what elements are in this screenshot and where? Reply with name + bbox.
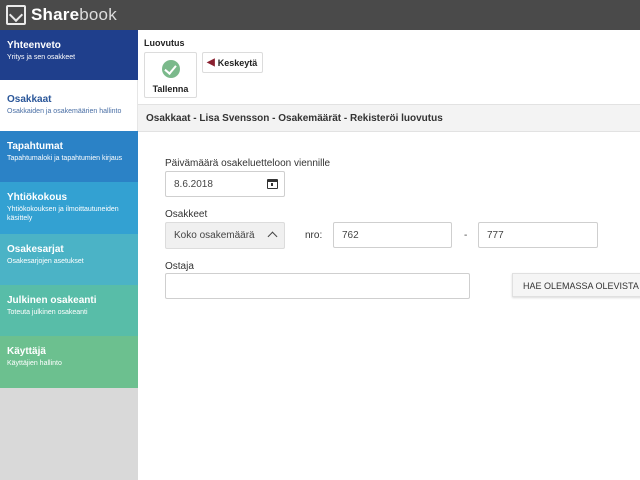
date-label: Päivämäärä osakeluetteloon viennille [165,158,331,169]
top-bar: Sharebook [0,0,640,30]
sidebar-item-subtitle: Tapahtumaloki ja tapahtumien kirjaus [7,155,123,162]
buyer-label: Ostaja [165,261,194,272]
sidebar-item-osakkaat[interactable]: Osakkaat Osakkaiden ja osakemäärien hall… [0,80,138,131]
calendar-icon[interactable] [267,179,278,189]
nro-from-value: 762 [342,230,359,241]
sidebar-item-title: Käyttäjä [7,346,46,357]
section-label: Luovutus [144,38,185,48]
shares-label: Osakkeet [165,209,208,220]
main-content: Luovutus Tallenna ◀ Keskeytä Osakkaat - … [138,30,640,480]
sidebar: Yhteenveto Yritys ja sen osakkeet Osakka… [0,30,138,480]
sidebar-item-title: Yhteenveto [7,40,61,51]
chevron-up-icon [267,231,278,242]
logo-text: Sharebook [31,5,117,24]
nro-to-field[interactable]: 777 [478,222,598,248]
check-circle-icon [162,60,180,78]
nro-label: nro: [305,230,323,241]
sidebar-item-title: Julkinen osakeanti [7,295,97,306]
arrow-left-icon: ◀ [207,57,215,68]
sidebar-item-julkinen-osakeanti[interactable]: Julkinen osakeanti Toteuta julkinen osak… [0,285,138,336]
sidebar-item-osakesarjat[interactable]: Osakesarjat Osakesarjojen asetukset [0,234,138,285]
sidebar-item-title: Osakkaat [7,94,52,105]
sidebar-item-subtitle: Käyttäjien hallinto [7,360,62,367]
sidebar-item-subtitle: Yhtiökokouksen ja ilmoittautuneiden käsi… [7,206,119,222]
sidebar-item-subtitle: Osakesarjojen asetukset [7,258,84,265]
cancel-button[interactable]: ◀ Keskeytä [202,52,263,73]
range-dash: - [464,230,468,241]
sidebar-item-title: Osakesarjat [7,244,64,255]
sidebar-item-kayttaja[interactable]: Käyttäjä Käyttäjien hallinto [0,336,138,388]
sidebar-item-title: Tapahtumat [7,141,63,152]
nro-to-value: 777 [487,230,504,241]
sidebar-item-title: Yhtiökokous [7,192,68,203]
cancel-button-label: Keskeytä [217,57,258,68]
nro-from-field[interactable]: 762 [333,222,452,248]
sidebar-item-tapahtumat[interactable]: Tapahtumat Tapahtumaloki ja tapahtumien … [0,131,138,182]
shares-select-value: Koko osakemäärä [174,230,255,241]
shares-select[interactable]: Koko osakemäärä [165,222,285,249]
breadcrumb: Osakkaat - Lisa Svensson - Osakemäärät -… [138,104,640,132]
save-button[interactable]: Tallenna [144,52,197,98]
sidebar-item-subtitle: Osakkaiden ja osakemäärien hallinto [7,108,122,115]
sharebook-logo[interactable]: Sharebook [6,5,117,25]
sidebar-item-yhteenveto[interactable]: Yhteenveto Yritys ja sen osakkeet [0,30,138,80]
date-field[interactable]: 8.6.2018 [165,171,285,197]
buyer-field[interactable] [165,273,470,299]
sidebar-item-subtitle: Yritys ja sen osakkeet [7,54,76,61]
search-existing-button[interactable]: HAE OLEMASSA OLEVISTA [512,273,640,297]
date-value: 8.6.2018 [174,179,213,190]
sidebar-item-subtitle: Toteuta julkinen osakeanti [7,309,88,316]
sharebook-logo-icon [6,5,26,25]
sidebar-item-yhtiokokous[interactable]: Yhtiökokous Yhtiökokouksen ja ilmoittaut… [0,182,138,234]
save-button-label: Tallenna [152,84,189,94]
